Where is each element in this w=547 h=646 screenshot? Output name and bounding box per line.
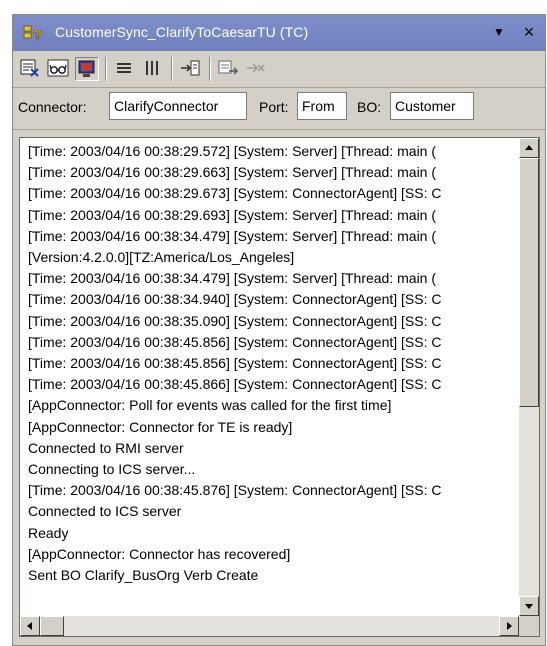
vertical-scrollbar[interactable] — [519, 138, 539, 616]
scroll-down-arrow-icon — [525, 604, 533, 609]
vertical-layout-icon — [146, 61, 158, 75]
toolbar — [13, 51, 545, 88]
connector-test-window: ? CustomerSync_ClarifyToCaesarTU (TC) ▼ … — [12, 14, 546, 646]
scroll-left-button[interactable] — [20, 616, 40, 636]
log-line: Connected to ICS server — [28, 503, 182, 520]
window-title: CustomerSync_ClarifyToCaesarTU (TC) — [55, 24, 309, 40]
log-line: [Time: 2003/04/16 00:38:45.876] [System:… — [28, 482, 442, 499]
log-line: Connected to RMI server — [28, 439, 184, 456]
bo-label: BO: — [357, 99, 382, 115]
log-line: [Time: 2003/04/16 00:38:29.693] [System:… — [28, 206, 437, 223]
log-line: [Time: 2003/04/16 00:38:34.479] [System:… — [28, 227, 437, 244]
log-line: [Time: 2003/04/16 00:38:45.866] [System:… — [28, 376, 442, 393]
scroll-right-button[interactable] — [499, 616, 519, 636]
scroll-down-button[interactable] — [519, 596, 539, 616]
port-field[interactable]: From — [297, 92, 347, 120]
toolbar-separator — [105, 57, 107, 81]
log-line: Connecting to ICS server... — [28, 461, 196, 478]
horizontal-scroll-thumb[interactable] — [40, 616, 64, 636]
svg-text:?: ? — [33, 27, 42, 42]
connector-fields-bar: Connector: ClarifyConnector Port: From B… — [13, 87, 545, 130]
log-line: [AppConnector: Poll for events was calle… — [28, 397, 392, 414]
log-line: [Time: 2003/04/16 00:38:35.090] [System:… — [28, 312, 442, 329]
log-line: Sent BO Clarify_BusOrg Verb Create — [28, 567, 259, 584]
log-line: [Time: 2003/04/16 00:38:45.856] [System:… — [28, 355, 442, 372]
log-line: [Version:4.2.0.0][TZ:America/Los_Angeles… — [28, 249, 295, 266]
monitor-button[interactable] — [75, 57, 99, 81]
trace-settings-button[interactable] — [19, 57, 43, 81]
title-bar[interactable]: ? CustomerSync_ClarifyToCaesarTU (TC) ▼ … — [13, 15, 545, 51]
log-line: [AppConnector: Connector for TE is ready… — [28, 418, 293, 435]
disabled-action-button[interactable] — [245, 57, 269, 81]
glasses-view-icon — [47, 59, 69, 77]
log-line: [Time: 2003/04/16 00:38:29.572] [System:… — [28, 143, 437, 159]
scrollbar-corner — [519, 616, 539, 636]
log-line: [Time: 2003/04/16 00:38:29.663] [System:… — [28, 164, 437, 181]
connector-label: Connector: — [18, 99, 87, 115]
import-icon — [181, 60, 200, 76]
view-data-button[interactable] — [47, 57, 71, 81]
close-button[interactable]: × — [519, 22, 539, 42]
window-menu-button[interactable]: ▼ — [489, 22, 509, 42]
scroll-up-arrow-icon — [525, 145, 533, 150]
monitor-icon — [78, 60, 95, 77]
log-output-panel[interactable]: [Time: 2003/04/16 00:38:29.572] [System:… — [19, 137, 540, 637]
log-line: [AppConnector: Connector has recovered] — [28, 545, 291, 562]
trace-settings-icon — [20, 59, 39, 77]
vertical-layout-button[interactable] — [141, 57, 165, 81]
log-line: [Time: 2003/04/16 00:38:29.673] [System:… — [28, 185, 442, 202]
bo-field[interactable]: Customer — [390, 92, 474, 120]
send-bo-icon — [218, 60, 239, 75]
horizontal-scrollbar[interactable] — [20, 616, 519, 636]
log-line: [Time: 2003/04/16 00:38:45.856] [System:… — [28, 333, 442, 350]
port-label: Port: — [259, 99, 289, 115]
log-line: Ready — [28, 524, 69, 541]
toolbar-separator — [171, 57, 173, 81]
connector-app-icon: ? — [23, 25, 42, 42]
horizontal-layout-button[interactable] — [113, 57, 137, 81]
toolbar-separator — [209, 57, 211, 81]
scroll-left-arrow-icon — [27, 622, 32, 630]
horizontal-layout-icon — [117, 63, 131, 73]
vertical-scroll-thumb[interactable] — [519, 158, 539, 407]
log-line: [Time: 2003/04/16 00:38:34.479] [System:… — [28, 270, 437, 287]
connector-field[interactable]: ClarifyConnector — [109, 92, 247, 120]
scroll-right-arrow-icon — [507, 622, 512, 630]
scroll-up-button[interactable] — [519, 138, 539, 158]
log-text-area[interactable]: [Time: 2003/04/16 00:38:29.572] [System:… — [28, 141, 518, 611]
import-button[interactable] — [179, 57, 203, 81]
log-line: [Time: 2003/04/16 00:38:34.940] [System:… — [28, 291, 442, 308]
disabled-action-icon — [247, 63, 265, 73]
send-bo-button[interactable] — [217, 57, 241, 81]
